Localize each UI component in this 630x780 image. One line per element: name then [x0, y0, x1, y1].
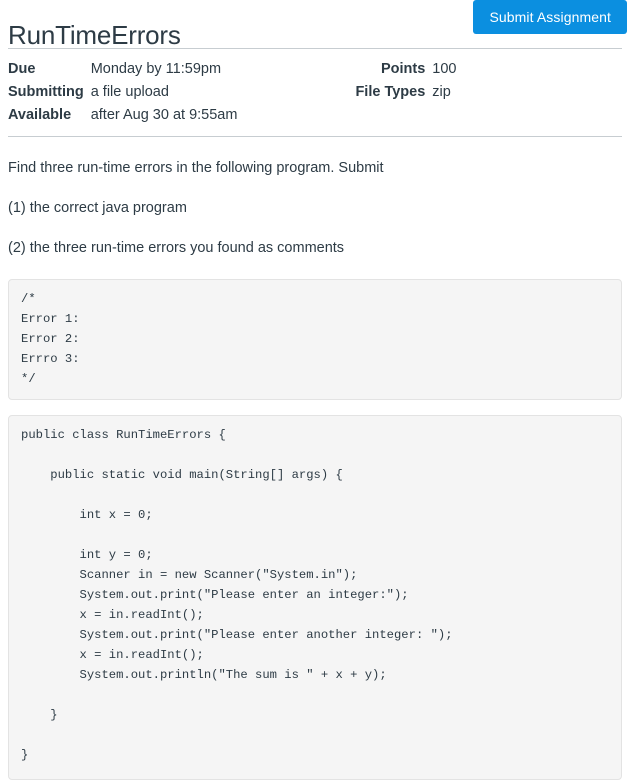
detail-label-file-types: File Types [355, 84, 426, 100]
detail-value-file-types: zip [432, 84, 451, 100]
detail-spacer [267, 104, 355, 127]
detail-label-due: Due [8, 61, 36, 77]
detail-spacer [267, 81, 355, 104]
detail-value-points: 100 [432, 61, 457, 77]
description-paragraph: (1) the correct java program [8, 200, 187, 216]
errors-comment-template-code: /* Error 1: Error 2: Errro 3: */ [8, 279, 622, 400]
assignment-description: Find three run-time errors in the follow… [8, 137, 622, 269]
description-paragraph: Find three run-time errors in the follow… [8, 160, 384, 176]
submit-assignment-button[interactable]: Submit Assignment [473, 0, 627, 34]
assignment-header: RunTimeErrors Submit Assignment [8, 0, 627, 51]
detail-value-available: after Aug 30 at 9:55am [90, 107, 238, 123]
detail-value-due: Monday by 11:59pm [90, 61, 222, 77]
java-program-listing-code: public class RunTimeErrors { public stat… [8, 415, 622, 780]
detail-value-submitting: a file upload [90, 84, 169, 100]
assignment-details: Due Monday by 11:59pm Points 100 Submitt… [8, 49, 622, 136]
detail-row-submitting: Submitting a file upload File Types zip [8, 81, 456, 104]
page-title: RunTimeErrors [8, 20, 181, 51]
detail-spacer [267, 58, 355, 81]
description-paragraph: (2) the three run-time errors you found … [8, 240, 345, 256]
detail-label-points: Points [380, 61, 426, 77]
assignment-details-table: Due Monday by 11:59pm Points 100 Submitt… [8, 58, 456, 127]
detail-row-due: Due Monday by 11:59pm Points 100 [8, 58, 456, 81]
detail-label-empty [355, 104, 432, 127]
detail-row-available: Available after Aug 30 at 9:55am [8, 104, 456, 127]
detail-value-empty [432, 104, 456, 127]
assignment-page: RunTimeErrors Submit Assignment Due Mond… [0, 0, 630, 780]
detail-label-available: Available [8, 107, 72, 123]
detail-label-submitting: Submitting [8, 84, 84, 100]
